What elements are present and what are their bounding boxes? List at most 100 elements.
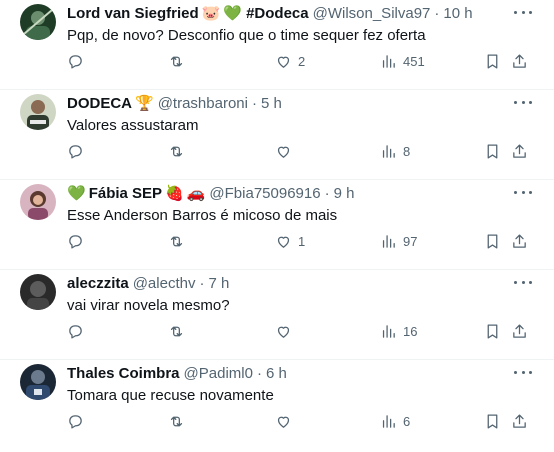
heart-icon bbox=[277, 56, 290, 68]
bookmark-button[interactable] bbox=[484, 51, 501, 71]
more-options-icon[interactable] bbox=[514, 276, 532, 288]
bookmark-button[interactable] bbox=[484, 231, 501, 251]
user-handle[interactable]: @Wilson_Silva97 bbox=[313, 4, 431, 24]
avatar[interactable] bbox=[20, 94, 56, 130]
reply-tweet[interactable]: 💚 Fábia SEP 🍓 🚗 @Fbia75096916 · 9 h Esse… bbox=[0, 180, 554, 270]
view-count: 8 bbox=[403, 143, 411, 159]
reply-tweet[interactable]: DODECA 🏆 @trashbaroni · 5 h Valores assu… bbox=[0, 90, 554, 180]
reply-tweet[interactable]: aleczzita @alecthv · 7 h vai virar novel… bbox=[0, 270, 554, 360]
avatar[interactable] bbox=[20, 184, 56, 220]
tweet-text: Valores assustaram bbox=[67, 117, 199, 134]
share-button[interactable] bbox=[511, 321, 528, 341]
retweet-button[interactable] bbox=[168, 411, 185, 431]
more-options-icon[interactable] bbox=[514, 186, 532, 198]
heart-icon bbox=[277, 416, 290, 428]
retweet-button[interactable] bbox=[168, 141, 185, 161]
bookmark-button[interactable] bbox=[484, 321, 501, 341]
reply-icon bbox=[69, 54, 82, 69]
dot-separator: · bbox=[256, 365, 262, 382]
retweet-button[interactable] bbox=[168, 321, 185, 341]
views-chart-icon bbox=[382, 144, 395, 158]
user-handle[interactable]: @Padiml0 bbox=[184, 364, 253, 384]
timestamp[interactable]: 9 h bbox=[334, 184, 355, 204]
tweet-text: Tomara que recuse novamente bbox=[67, 387, 274, 404]
like-button[interactable] bbox=[275, 411, 298, 431]
display-name[interactable]: Thales Coimbra bbox=[67, 364, 180, 384]
timestamp[interactable]: 10 h bbox=[443, 4, 472, 24]
more-options-icon[interactable] bbox=[514, 366, 532, 378]
avatar[interactable] bbox=[20, 364, 56, 400]
heart-icon bbox=[277, 236, 290, 248]
share-button[interactable] bbox=[511, 231, 528, 251]
action-bar: 8 bbox=[0, 141, 554, 161]
reply-button[interactable] bbox=[67, 321, 84, 341]
dot-separator: · bbox=[324, 185, 330, 202]
reply-tweet[interactable]: Thales Coimbra @Padiml0 · 6 h Tomara que… bbox=[0, 360, 554, 452]
display-name-suffix[interactable]: #Dodeca bbox=[246, 4, 309, 24]
timestamp[interactable]: 6 h bbox=[266, 364, 287, 384]
bookmark-button[interactable] bbox=[484, 411, 501, 431]
avatar[interactable] bbox=[20, 274, 56, 310]
like-button[interactable] bbox=[275, 141, 298, 161]
avatar[interactable] bbox=[20, 4, 56, 40]
action-bar: 6 bbox=[0, 411, 554, 431]
views-button[interactable]: 8 bbox=[380, 141, 410, 161]
view-count: 6 bbox=[403, 413, 411, 429]
more-options-icon[interactable] bbox=[514, 6, 532, 18]
user-handle[interactable]: @alecthv bbox=[133, 274, 196, 294]
share-button[interactable] bbox=[511, 141, 528, 161]
reply-icon bbox=[69, 324, 82, 339]
like-count: 2 bbox=[298, 53, 306, 69]
tweet-header: Lord van Siegfried 🐷 💚 #Dodeca @Wilson_S… bbox=[67, 4, 473, 24]
share-icon bbox=[513, 143, 526, 158]
reply-button[interactable] bbox=[67, 51, 84, 71]
tweet-text: Pqp, de novo? Desconfio que o time seque… bbox=[67, 27, 426, 44]
display-name[interactable]: Fábia SEP bbox=[89, 184, 162, 204]
tweet-header: 💚 Fábia SEP 🍓 🚗 @Fbia75096916 · 9 h bbox=[67, 184, 354, 204]
display-name[interactable]: Lord van Siegfried bbox=[67, 4, 199, 24]
bookmark-icon bbox=[487, 53, 498, 69]
like-button[interactable]: 2 bbox=[275, 51, 305, 71]
timestamp[interactable]: 5 h bbox=[261, 94, 282, 114]
views-chart-icon bbox=[382, 324, 395, 338]
display-name[interactable]: aleczzita bbox=[67, 274, 129, 294]
views-button[interactable]: 451 bbox=[380, 51, 425, 71]
reply-icon bbox=[69, 234, 82, 249]
user-handle[interactable]: @Fbia75096916 bbox=[209, 184, 320, 204]
retweet-button[interactable] bbox=[168, 231, 185, 251]
like-count: 1 bbox=[298, 233, 306, 249]
retweet-icon bbox=[170, 416, 183, 426]
action-bar: 2 451 bbox=[0, 51, 554, 71]
tweet-header: aleczzita @alecthv · 7 h bbox=[67, 274, 229, 294]
like-button[interactable]: 1 bbox=[275, 231, 305, 251]
more-options-icon[interactable] bbox=[514, 96, 532, 108]
reply-button[interactable] bbox=[67, 141, 84, 161]
views-button[interactable]: 6 bbox=[380, 411, 410, 431]
display-name[interactable]: DODECA bbox=[67, 94, 132, 114]
reply-button[interactable] bbox=[67, 411, 84, 431]
bookmark-icon bbox=[487, 323, 498, 339]
share-icon bbox=[513, 323, 526, 338]
views-chart-icon bbox=[382, 414, 395, 428]
pig-emoji: 🐷 bbox=[201, 5, 221, 22]
tweet-header: DODECA 🏆 @trashbaroni · 5 h bbox=[67, 94, 282, 114]
user-handle[interactable]: @trashbaroni bbox=[158, 94, 248, 114]
reply-feed: Lord van Siegfried 🐷 💚 #Dodeca @Wilson_S… bbox=[0, 0, 554, 452]
reply-button[interactable] bbox=[67, 231, 84, 251]
retweet-button[interactable] bbox=[168, 51, 185, 71]
retweet-icon bbox=[170, 326, 183, 336]
reply-icon bbox=[69, 144, 82, 159]
bookmark-button[interactable] bbox=[484, 141, 501, 161]
trophy-emoji: 🏆 bbox=[135, 95, 154, 112]
dot-separator: · bbox=[434, 5, 440, 22]
heart-icon bbox=[277, 146, 290, 158]
share-button[interactable] bbox=[511, 51, 528, 71]
reply-tweet[interactable]: Lord van Siegfried 🐷 💚 #Dodeca @Wilson_S… bbox=[0, 0, 554, 90]
bookmark-icon bbox=[487, 413, 498, 429]
timestamp[interactable]: 7 h bbox=[208, 274, 229, 294]
share-button[interactable] bbox=[511, 411, 528, 431]
views-button[interactable]: 97 bbox=[380, 231, 417, 251]
view-count: 451 bbox=[403, 53, 425, 69]
like-button[interactable] bbox=[275, 321, 298, 341]
views-button[interactable]: 16 bbox=[380, 321, 417, 341]
